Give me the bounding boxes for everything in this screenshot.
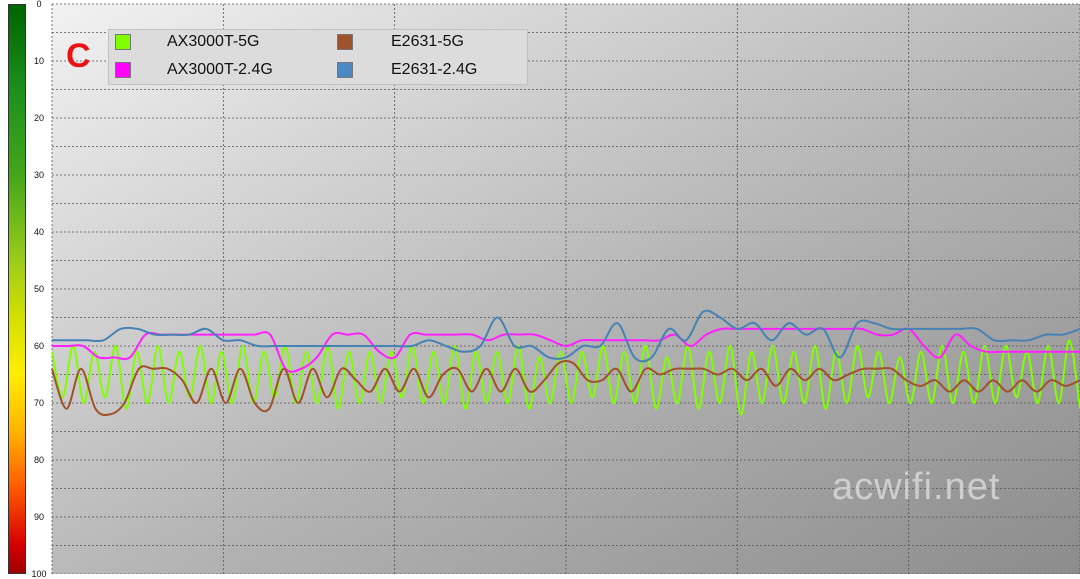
legend-label: E2631-5G	[391, 33, 464, 50]
y-tick-label: 80	[33, 455, 44, 465]
legend-item-e2631-2.4g: E2631-2.4G	[331, 58, 541, 85]
y-tick-label: 30	[33, 170, 44, 180]
y-tick-label: 50	[33, 284, 44, 294]
y-tick-label: 0	[36, 0, 42, 9]
legend-label: AX3000T-2.4G	[167, 61, 273, 78]
legend: AX3000T-5G AX3000T-2.4G E2631-5G E2631-2…	[108, 29, 528, 85]
y-tick-label: 40	[33, 227, 44, 237]
y-axis-ticks: 0 10 20 30 40 50 60 70 80 90 100	[0, 0, 52, 579]
legend-swatch	[115, 62, 131, 78]
legend-item-e2631-5g: E2631-5G	[331, 30, 541, 57]
legend-swatch	[337, 34, 353, 50]
y-tick-label: 90	[33, 512, 44, 522]
y-tick-label: 10	[33, 56, 44, 66]
y-tick-label: 20	[33, 113, 44, 123]
legend-label: AX3000T-5G	[167, 33, 260, 50]
legend-item-ax3000t-5g: AX3000T-5G	[109, 30, 319, 57]
legend-item-ax3000t-2.4g: AX3000T-2.4G	[109, 58, 319, 85]
y-tick-label: 100	[31, 569, 47, 579]
watermark: acwifi.net	[832, 466, 1001, 508]
legend-swatch	[337, 62, 353, 78]
y-tick-label: 70	[33, 398, 44, 408]
panel-letter: C	[66, 37, 91, 75]
legend-label: E2631-2.4G	[391, 61, 478, 78]
y-tick-label: 60	[33, 341, 44, 351]
legend-swatch	[115, 34, 131, 50]
